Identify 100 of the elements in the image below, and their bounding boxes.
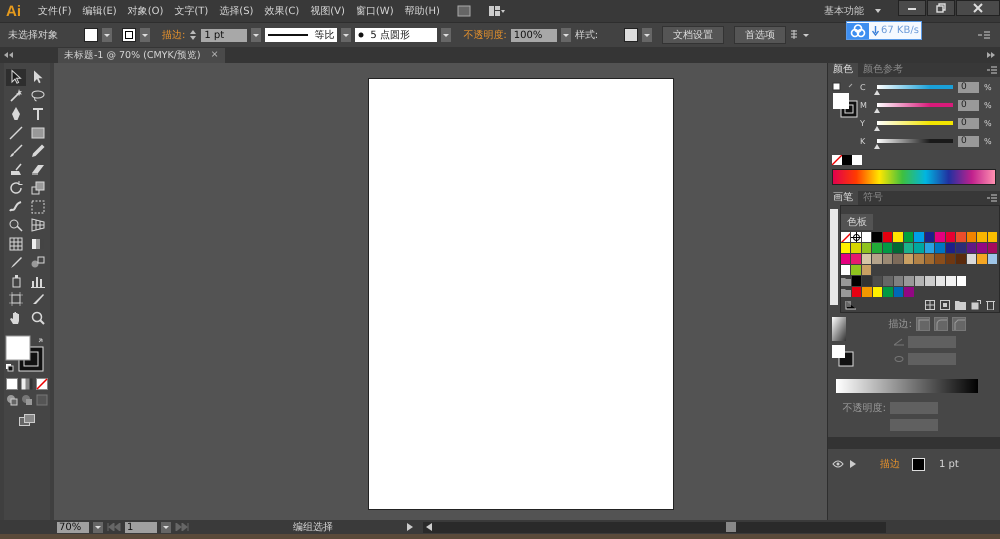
artboard-number-field[interactable]: 1	[125, 522, 157, 532]
color-swatch[interactable]	[914, 276, 924, 286]
tab-close-button[interactable]: ×	[210, 48, 219, 62]
color-swatch[interactable]	[872, 243, 882, 253]
menu-item[interactable]: 文字(T)	[174, 4, 208, 18]
panel-menu-icon[interactable]	[978, 30, 990, 40]
gradient-mode-icon[interactable]	[21, 378, 33, 390]
slider-thumb[interactable]	[874, 126, 880, 131]
channel-value-field[interactable]: 0	[958, 118, 979, 128]
stroke-swatch[interactable]	[122, 28, 136, 42]
horizontal-scrollbar[interactable]	[423, 522, 886, 532]
color-swatch[interactable]	[924, 254, 934, 264]
color-swatch[interactable]	[893, 254, 903, 264]
color-swatch[interactable]	[893, 243, 903, 253]
color-swatch[interactable]	[988, 243, 998, 253]
workspace-switcher[interactable]: 基本功能	[824, 4, 864, 18]
gradient-bar[interactable]	[836, 379, 978, 393]
trash-icon[interactable]	[986, 300, 995, 310]
color-swatch[interactable]	[904, 254, 914, 264]
color-swatch[interactable]	[914, 254, 924, 264]
stroke-label[interactable]: 描边:	[162, 28, 186, 42]
draw-behind-icon[interactable]	[21, 394, 33, 406]
color-swatch[interactable]	[924, 232, 934, 242]
color-mode-icon[interactable]	[6, 378, 18, 390]
arrange-icon[interactable]	[790, 29, 810, 41]
library-icon[interactable]	[844, 300, 857, 310]
color-swatch[interactable]	[966, 254, 976, 264]
arrange-documents-icon[interactable]	[488, 5, 506, 17]
panel-menu-icon[interactable]	[987, 194, 997, 202]
color-swatch[interactable]	[840, 265, 850, 275]
menu-item[interactable]: 窗口(W)	[356, 4, 394, 18]
color-swatch[interactable]	[894, 287, 904, 297]
appearance-attribute-label[interactable]: 描边	[880, 457, 900, 471]
none-swatch-icon[interactable]	[832, 155, 842, 165]
color-swatch[interactable]	[851, 265, 861, 275]
opacity-field[interactable]: 100%	[510, 28, 557, 42]
panel-tab[interactable]: 画笔	[828, 191, 858, 205]
restore-button[interactable]	[927, 0, 955, 16]
caret-icon[interactable]	[140, 28, 150, 42]
app-logo[interactable]: Ai	[6, 2, 21, 20]
color-swatch[interactable]	[988, 232, 998, 242]
color-swatch[interactable]	[936, 276, 946, 286]
color-swatch[interactable]	[956, 254, 966, 264]
caret-icon[interactable]	[341, 28, 352, 42]
color-swatch[interactable]	[914, 243, 924, 253]
caret-icon[interactable]	[251, 28, 262, 42]
style-swatch[interactable]	[624, 28, 638, 42]
folder-icon[interactable]	[955, 300, 966, 310]
color-swatch[interactable]	[872, 276, 882, 286]
menu-item[interactable]: 对象(O)	[128, 4, 164, 18]
fill-swatch[interactable]	[84, 28, 98, 42]
color-swatch[interactable]	[946, 243, 956, 253]
channel-value-field[interactable]: 0	[958, 82, 979, 92]
color-swatch[interactable]	[862, 265, 872, 275]
color-swatch[interactable]	[882, 232, 892, 242]
caret-icon[interactable]	[102, 28, 112, 42]
show-kind-icon[interactable]	[925, 300, 935, 310]
artboard-icon[interactable]	[6, 291, 26, 308]
color-swatch[interactable]	[840, 254, 850, 264]
caret-icon[interactable]	[642, 28, 652, 42]
color-swatch[interactable]	[956, 232, 966, 242]
color-swatch[interactable]	[894, 276, 904, 286]
color-swatch[interactable]	[852, 276, 862, 286]
slider-thumb[interactable]	[874, 90, 880, 95]
menu-item[interactable]: 视图(V)	[310, 4, 345, 18]
color-swatch[interactable]	[946, 232, 956, 242]
color-swatch[interactable]	[946, 254, 956, 264]
minimize-button[interactable]	[898, 0, 926, 16]
color-swatch[interactable]	[977, 232, 987, 242]
close-button[interactable]	[956, 0, 1000, 16]
draw-normal-icon[interactable]	[6, 394, 18, 406]
color-swatch[interactable]	[883, 276, 893, 286]
caret-icon[interactable]	[161, 522, 171, 532]
screen-mode-icon[interactable]	[19, 414, 35, 426]
color-swatch[interactable]	[914, 232, 924, 242]
arrow-pointer-icon[interactable]	[6, 69, 26, 86]
caret-icon[interactable]	[441, 28, 452, 42]
default-fill-swatch-icon[interactable]	[852, 155, 862, 165]
expand-triangle-icon[interactable]	[850, 460, 856, 468]
color-swatch[interactable]	[851, 254, 861, 264]
collapse-arrows-icon[interactable]	[986, 52, 996, 58]
scroll-left-icon[interactable]	[426, 523, 432, 531]
document-tab[interactable]: 未标题-1 @ 70% (CMYK/预览) ×	[58, 48, 225, 62]
color-swatch[interactable]	[872, 232, 882, 242]
color-swatch[interactable]	[862, 243, 872, 253]
brush-dropdown[interactable]: 5 点圆形	[355, 28, 438, 42]
toolbar-button[interactable]: 首选项	[734, 26, 786, 44]
bridge-icon[interactable]	[456, 5, 471, 17]
panel-tab[interactable]: 颜色	[828, 63, 858, 77]
color-swatch[interactable]	[904, 232, 914, 242]
zoom-field[interactable]: 70%	[57, 522, 89, 532]
scroll-thumb[interactable]	[726, 522, 736, 532]
slider-thumb[interactable]	[874, 144, 880, 149]
color-swatch[interactable]	[977, 254, 987, 264]
color-swatch[interactable]	[946, 276, 956, 286]
color-swatch[interactable]	[852, 287, 862, 297]
color-swatch[interactable]	[862, 254, 872, 264]
color-swatch[interactable]	[956, 276, 966, 286]
color-swatch[interactable]	[851, 243, 861, 253]
color-swatch[interactable]	[966, 243, 976, 253]
